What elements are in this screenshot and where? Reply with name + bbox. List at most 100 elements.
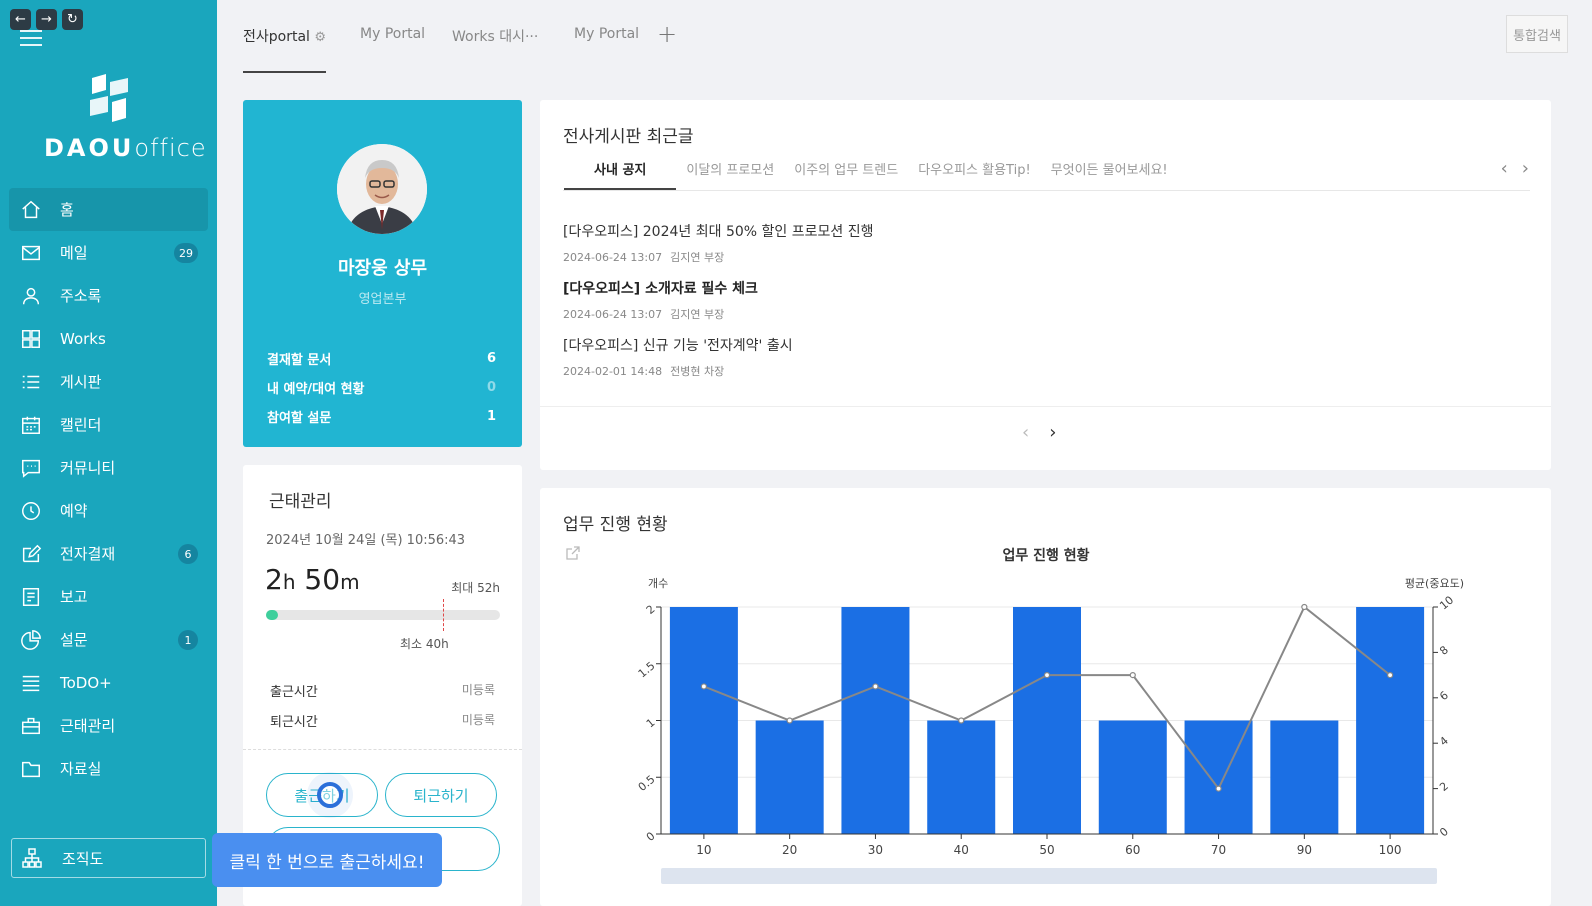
browser-nav: ← → ↻ bbox=[10, 9, 83, 30]
forward-icon[interactable]: → bbox=[36, 9, 57, 30]
post-meta: 2024-02-01 14:48 전병현 차장 bbox=[563, 363, 793, 379]
chevron-left-icon[interactable]: ‹ bbox=[1501, 158, 1508, 179]
board-title: 전사게시판 최근글 bbox=[563, 127, 694, 147]
stat-label: 참여할 설문 bbox=[267, 411, 332, 426]
grid-icon bbox=[19, 327, 43, 351]
y2-tick-label: 2 bbox=[1437, 780, 1451, 794]
logo[interactable]: DAOUoffice bbox=[44, 72, 206, 162]
sidebar-item-edit[interactable]: 전자결재 6 bbox=[9, 532, 208, 575]
refresh-icon[interactable]: ↻ bbox=[62, 9, 83, 30]
post-title[interactable]: [다우오피스] 2024년 최대 50% 할인 프로모션 진행 bbox=[563, 221, 873, 241]
worked-hours: 2 bbox=[265, 563, 283, 596]
sidebar-item-person[interactable]: 주소록 bbox=[9, 274, 208, 317]
post-author: 전병현 차장 bbox=[670, 365, 725, 378]
x-tick-label: 70 bbox=[1211, 843, 1226, 857]
board-card: 전사게시판 최근글 사내 공지 이달의 프로모션 이주의 업무 트렌드 다우오피… bbox=[540, 100, 1551, 470]
chart-point bbox=[1215, 785, 1222, 792]
unified-search-button[interactable]: 통합검색 bbox=[1506, 15, 1568, 53]
sidebar-item-stack[interactable]: ToDO+ bbox=[9, 661, 208, 704]
chart-point bbox=[786, 717, 793, 724]
board-pager: ‹ › bbox=[1022, 422, 1056, 443]
sidebar-item-home[interactable]: 홈 bbox=[9, 188, 208, 231]
prev-page-icon[interactable]: ‹ bbox=[1022, 422, 1029, 443]
sidebar-item-label: 게시판 bbox=[60, 373, 102, 391]
board-tab-tips[interactable]: 다우오피스 활용Tip! bbox=[908, 162, 1040, 190]
report-icon bbox=[19, 585, 43, 609]
hamburger-icon[interactable] bbox=[20, 30, 42, 51]
board-tab-arrows: ‹ › bbox=[1501, 158, 1529, 179]
checkin-value: 미등록 bbox=[461, 683, 495, 697]
gear-icon[interactable]: ⚙ bbox=[314, 30, 326, 45]
org-chart-button[interactable]: 조직도 bbox=[11, 838, 206, 878]
next-page-icon[interactable]: › bbox=[1049, 422, 1056, 443]
sidebar-item-list[interactable]: 게시판 bbox=[9, 360, 208, 403]
count-badge: 29 bbox=[174, 243, 198, 263]
chart-bar bbox=[669, 607, 738, 834]
stat-label: 내 예약/대여 현황 bbox=[267, 382, 365, 397]
sidebar-item-mail[interactable]: 메일 29 bbox=[9, 231, 208, 274]
list-item[interactable]: [다우오피스] 신규 기능 '전자계약' 출시 2024-02-01 14:48… bbox=[563, 335, 793, 379]
chart-bar bbox=[841, 607, 910, 834]
x-tick-label: 40 bbox=[954, 843, 969, 857]
sidebar-item-pie[interactable]: 설문 1 bbox=[9, 618, 208, 661]
sidebar-item-label: Works bbox=[60, 329, 106, 348]
sidebar: ← → ↻ DAOUoffice 홈 메일 29 주소록 Works 게시판캘린더 커뮤니티… bbox=[0, 0, 217, 906]
tab-my-portal-2[interactable]: My Portal bbox=[574, 26, 639, 42]
board-tab-trend[interactable]: 이주의 업무 트렌드 bbox=[784, 162, 908, 190]
chevron-right-icon[interactable]: › bbox=[1522, 158, 1529, 179]
sidebar-item-clock[interactable]: 예약 bbox=[9, 489, 208, 532]
chart-range-slider[interactable] bbox=[661, 868, 1437, 884]
daou-logo-icon bbox=[84, 72, 134, 124]
home-icon bbox=[19, 198, 43, 222]
stat-approval-docs[interactable]: 결재할 문서 6 bbox=[267, 344, 496, 373]
chart-point bbox=[1301, 603, 1308, 611]
add-tab-icon[interactable]: + bbox=[657, 20, 677, 48]
board-tab-promotion[interactable]: 이달의 프로모션 bbox=[676, 162, 784, 190]
chart-point bbox=[1043, 672, 1051, 679]
chart-bar bbox=[1270, 720, 1339, 834]
chart-bar bbox=[755, 720, 824, 834]
y-tick-label: 1.5 bbox=[636, 659, 658, 680]
sidebar-item-folder[interactable]: 자료실 bbox=[9, 747, 208, 790]
checkin-row: 출근시간 미등록 bbox=[270, 681, 495, 700]
y2-tick-label: 10 bbox=[1437, 593, 1456, 612]
chart-point bbox=[1387, 672, 1394, 679]
post-author: 김지연 부장 bbox=[670, 251, 725, 264]
post-title[interactable]: [다우오피스] 신규 기능 '전자계약' 출시 bbox=[563, 335, 793, 355]
list-item[interactable]: [다우오피스] 2024년 최대 50% 할인 프로모션 진행 2024-06-… bbox=[563, 221, 873, 265]
sidebar-item-grid[interactable]: Works bbox=[9, 317, 208, 360]
sidebar-item-label: 근태관리 bbox=[60, 717, 116, 735]
board-tab-qna[interactable]: 무엇이든 물어보세요! bbox=[1041, 162, 1178, 190]
chart-point bbox=[1129, 672, 1136, 679]
divider bbox=[563, 190, 1530, 191]
hours-unit: h bbox=[282, 570, 296, 594]
post-title[interactable]: [다우오피스] 소개자료 필수 체크 bbox=[563, 278, 758, 298]
list-item[interactable]: [다우오피스] 소개자료 필수 체크 2024-06-24 13:07 김지연 부… bbox=[563, 278, 758, 322]
avatar[interactable] bbox=[337, 144, 427, 234]
tab-company-portal[interactable]: 전사portal ⚙ bbox=[243, 26, 326, 46]
checkout-button[interactable]: 퇴근하기 bbox=[385, 773, 497, 817]
sidebar-item-label: 전자결재 bbox=[60, 545, 116, 563]
tab-works-dashboard[interactable]: Works 대시··· bbox=[452, 26, 538, 46]
sidebar-item-chat[interactable]: 커뮤니티 bbox=[9, 446, 208, 489]
stat-reservations[interactable]: 내 예약/대여 현황 0 bbox=[267, 373, 496, 402]
sidebar-item-briefcase[interactable]: 근태관리 bbox=[9, 704, 208, 747]
briefcase-icon bbox=[19, 714, 43, 738]
profile-name: 마장웅 상무 bbox=[337, 258, 428, 279]
board-tab-notice[interactable]: 사내 공지 bbox=[564, 162, 677, 190]
mail-icon bbox=[19, 241, 43, 265]
sidebar-item-report[interactable]: 보고 bbox=[9, 575, 208, 618]
divider bbox=[540, 406, 1551, 407]
back-icon[interactable]: ← bbox=[10, 9, 31, 30]
chart-bar bbox=[927, 720, 996, 834]
max-hours-label: 최대 52h bbox=[451, 581, 500, 595]
stat-label: 결재할 문서 bbox=[267, 353, 332, 368]
x-tick-label: 90 bbox=[1297, 843, 1312, 857]
tab-my-portal[interactable]: My Portal bbox=[360, 26, 425, 42]
stat-surveys[interactable]: 참여할 설문 1 bbox=[267, 402, 496, 431]
post-date: 2024-06-24 13:07 bbox=[563, 251, 663, 264]
sidebar-item-calendar[interactable]: 캘린더 bbox=[9, 403, 208, 446]
post-meta: 2024-06-24 13:07 김지연 부장 bbox=[563, 249, 873, 265]
tab-label: 전사portal bbox=[243, 29, 310, 45]
post-date: 2024-06-24 13:07 bbox=[563, 308, 663, 321]
